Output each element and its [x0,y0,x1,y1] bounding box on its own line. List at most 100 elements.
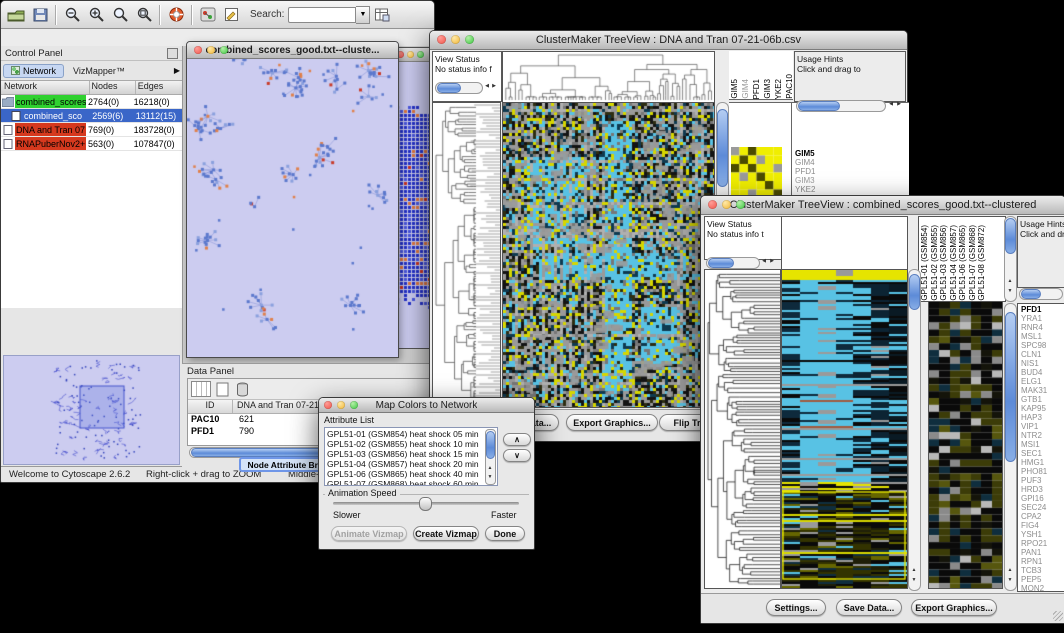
col-edges[interactable]: Edges [136,81,182,94]
gene-label[interactable]: TCB3 [1021,566,1064,575]
gene-label[interactable]: YRA1 [1021,314,1064,323]
gene-label[interactable]: KAP95 [1021,404,1064,413]
scroll-up-arrow[interactable]: ▲ [910,568,918,573]
gene-label[interactable]: HRD3 [1021,485,1064,494]
zoom-out-button[interactable] [60,4,84,26]
create-vizmap-button[interactable]: Create Vizmap [413,526,479,541]
settings-button[interactable]: Settings... [766,599,826,616]
animation-speed-slider-thumb[interactable] [419,497,432,511]
close-button[interactable] [437,35,446,44]
gene-label[interactable]: SEC24 [1021,503,1064,512]
minimize-button[interactable] [451,35,460,44]
scrollbar-thumb[interactable] [1005,218,1016,254]
annotation-button[interactable] [220,4,244,26]
select-attributes-icon[interactable] [191,381,211,397]
network-editor-button[interactable] [196,4,220,26]
export-graphics-button[interactable]: Export Graphics... [566,414,658,431]
gene-label[interactable]: PAN1 [1021,548,1064,557]
scrollbar-thumb[interactable] [909,274,920,310]
export-graphics-button[interactable]: Export Graphics... [911,599,997,616]
tab-network[interactable]: Network [3,64,64,78]
gene-label[interactable]: YKE2 [795,185,909,194]
gene-label[interactable]: GPI16 [1021,494,1064,503]
maximize-button[interactable] [417,51,424,58]
delete-attribute-icon[interactable] [235,382,250,397]
attribute-list-item[interactable]: GPL51-02 (GSM855) heat shock 10 min [325,439,497,449]
heatmap-canvas[interactable] [502,102,715,408]
maximize-button[interactable] [350,401,358,409]
network-overview-panel[interactable] [3,355,180,465]
search-input[interactable] [288,7,356,23]
animate-vizmap-button[interactable]: Animate Vizmap [331,526,407,541]
view-status-hscrollbar[interactable] [706,257,760,269]
gene-label[interactable]: MON2 [1021,584,1064,592]
close-button[interactable] [708,200,717,209]
minimize-button[interactable] [407,51,414,58]
usage-hints-hscrollbar[interactable] [796,100,886,112]
attribute-list-item[interactable]: GPL51-07 (GSM868) heat shock 60 min [325,479,497,486]
minimize-button[interactable] [722,200,731,209]
treeview2-titlebar[interactable]: ClusterMaker TreeView : combined_scores_… [701,196,1064,215]
table-row[interactable]: DNA and Tran 07 769(0) 183728(0) [1,123,182,137]
gene-label[interactable]: ELG1 [1021,377,1064,386]
move-up-button[interactable]: ∧ [503,433,531,446]
listbox-vscrollbar[interactable]: ▲ ▼ [485,429,496,485]
tab-overflow-button[interactable]: ▶ [174,66,180,75]
col-network[interactable]: Network [1,81,90,94]
scrollbar-thumb[interactable] [717,109,728,187]
resize-grip[interactable] [1053,611,1063,621]
gene-label[interactable]: PFD1 [795,167,909,176]
column-dendrogram-canvas[interactable] [502,51,715,103]
scroll-down-arrow[interactable]: ▼ [486,475,494,480]
scrollbar-thumb[interactable] [486,431,495,459]
done-button[interactable]: Done [485,526,525,541]
close-button[interactable] [194,46,202,54]
zoom-heatmap-canvas[interactable] [928,301,1003,589]
dense-network-view-canvas[interactable] [394,62,432,348]
zoom-in-button[interactable] [84,4,108,26]
attribute-list-item[interactable]: GPL51-01 (GSM854) heat shock 05 min [325,429,497,439]
gene-label[interactable]: GIM5 [795,149,909,158]
scroll-right-arrow[interactable]: ▶ [895,102,903,107]
scroll-up-arrow[interactable]: ▲ [1006,568,1014,573]
network-window-1-titlebar[interactable]: combined_scores_good.txt--cluste... [187,42,398,59]
maximize-button[interactable] [220,46,228,54]
gene-label[interactable]: MSI1 [1021,440,1064,449]
attribute-listbox[interactable]: GPL51-01 (GSM854) heat shock 05 minGPL51… [324,427,498,486]
scrollbar-thumb[interactable] [1005,312,1016,462]
table-row[interactable]: RNAPuberNov2+ 563(0) 107847(0) [1,137,182,151]
mini-heatmap-canvas[interactable] [731,147,782,198]
gene-label[interactable]: NIS1 [1021,359,1064,368]
gene-label[interactable]: HAP3 [1021,413,1064,422]
row-dendrogram-canvas[interactable] [432,102,501,408]
scrollbar-thumb[interactable] [1021,289,1041,299]
gene-label[interactable]: NTR2 [1021,431,1064,440]
gene-label[interactable]: CPA2 [1021,512,1064,521]
gene-label[interactable]: MAK31 [1021,386,1064,395]
usage-hints-hscrollbar[interactable] [1019,288,1063,300]
scroll-down-arrow[interactable]: ▼ [1006,289,1014,294]
scroll-up-arrow[interactable]: ▲ [1006,279,1014,284]
attribute-browser-button[interactable] [370,4,394,26]
save-session-button[interactable] [28,4,52,26]
new-attribute-icon[interactable] [215,382,231,397]
help-button[interactable] [164,4,188,26]
network-view-canvas[interactable] [187,42,396,339]
gene-label[interactable]: YSH1 [1021,530,1064,539]
maximize-button[interactable] [465,35,474,44]
gene-label[interactable]: SPC98 [1021,341,1064,350]
gene-label[interactable]: BUD4 [1021,368,1064,377]
row-dendrogram-canvas[interactable] [704,269,781,589]
gene-label[interactable]: GTB1 [1021,395,1064,404]
gene-label[interactable]: RPN1 [1021,557,1064,566]
table-row-selected[interactable]: combined_sco 2569(6) 13112(15) [1,109,182,123]
gene-label[interactable]: RNR4 [1021,323,1064,332]
gene-label[interactable]: PHO81 [1021,467,1064,476]
scroll-right-arrow[interactable]: ▶ [768,259,776,264]
gene-label[interactable]: VIP1 [1021,422,1064,431]
gene-label[interactable]: FIG4 [1021,521,1064,530]
scroll-left-arrow[interactable]: ◀ [887,102,895,107]
dialog-titlebar[interactable]: Map Colors to Network [319,398,534,413]
heatmap-canvas[interactable] [781,269,908,589]
close-button[interactable] [324,401,332,409]
